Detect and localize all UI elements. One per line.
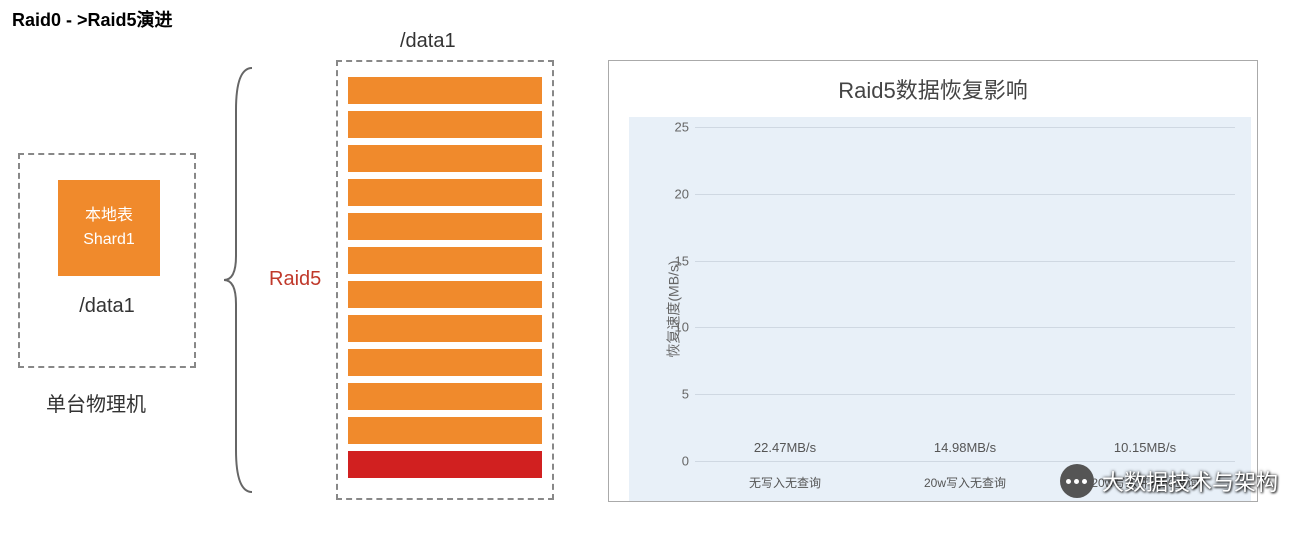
x-tick-label: 无写入无查询	[718, 474, 853, 491]
disk-data	[348, 145, 542, 172]
watermark-text: 大数据技术与架构	[1102, 465, 1278, 497]
disk-data	[348, 213, 542, 240]
y-axis-label: 恢复速度(MB/s)	[664, 260, 684, 357]
shard-line1: 本地表	[85, 204, 133, 228]
shard-line2: Shard1	[83, 228, 135, 252]
chart-plot-area: 恢复速度(MB/s) 0 5 10 15 20 25 22.47MB/s 14.98MB/s…	[629, 117, 1251, 501]
watermark: 大数据技术与架构	[1060, 464, 1278, 498]
disk-data	[348, 349, 542, 376]
bar-value-label: 22.47MB/s	[754, 440, 816, 455]
bar-value-label: 14.98MB/s	[934, 440, 996, 455]
y-tick: 25	[661, 120, 689, 135]
wechat-icon	[1060, 464, 1094, 498]
y-tick: 10	[661, 320, 689, 335]
data1-path-label: /data1	[20, 295, 194, 318]
disk-group	[336, 60, 554, 500]
bar-value-label: 10.15MB/s	[1114, 440, 1176, 455]
y-tick: 20	[661, 186, 689, 201]
x-tick-label: 20w写入无查询	[898, 474, 1033, 491]
y-tick: 15	[661, 253, 689, 268]
plot-region: 0510152025 22.47MB/s14.98MB/s10.15MB/s	[695, 127, 1235, 461]
data1-top-label: /data1	[400, 30, 456, 53]
disk-data	[348, 77, 542, 104]
disk-data	[348, 417, 542, 444]
disk-data	[348, 247, 542, 274]
disk-data	[348, 281, 542, 308]
disk-data	[348, 179, 542, 206]
disk-data	[348, 111, 542, 138]
bars-group: 22.47MB/s 14.98MB/s 10.15MB/s	[695, 127, 1235, 461]
shard-block: 本地表 Shard1	[58, 180, 160, 276]
disk-parity	[348, 451, 542, 478]
y-tick: 0	[661, 454, 689, 469]
raid5-label: Raid5	[269, 268, 321, 291]
server-box: 本地表 Shard1 /data1	[18, 153, 196, 368]
gridline	[695, 461, 1235, 462]
y-tick: 5	[661, 387, 689, 402]
brace-icon	[222, 66, 256, 494]
chart-title: Raid5数据恢复影响	[609, 61, 1257, 111]
disk-data	[348, 383, 542, 410]
chart-container: Raid5数据恢复影响 恢复速度(MB/s) 0 5 10 15 20 25 22.47M…	[608, 60, 1258, 502]
page-title: Raid0 - >Raid5演进	[12, 6, 173, 32]
server-caption: 单台物理机	[46, 388, 146, 417]
disk-data	[348, 315, 542, 342]
